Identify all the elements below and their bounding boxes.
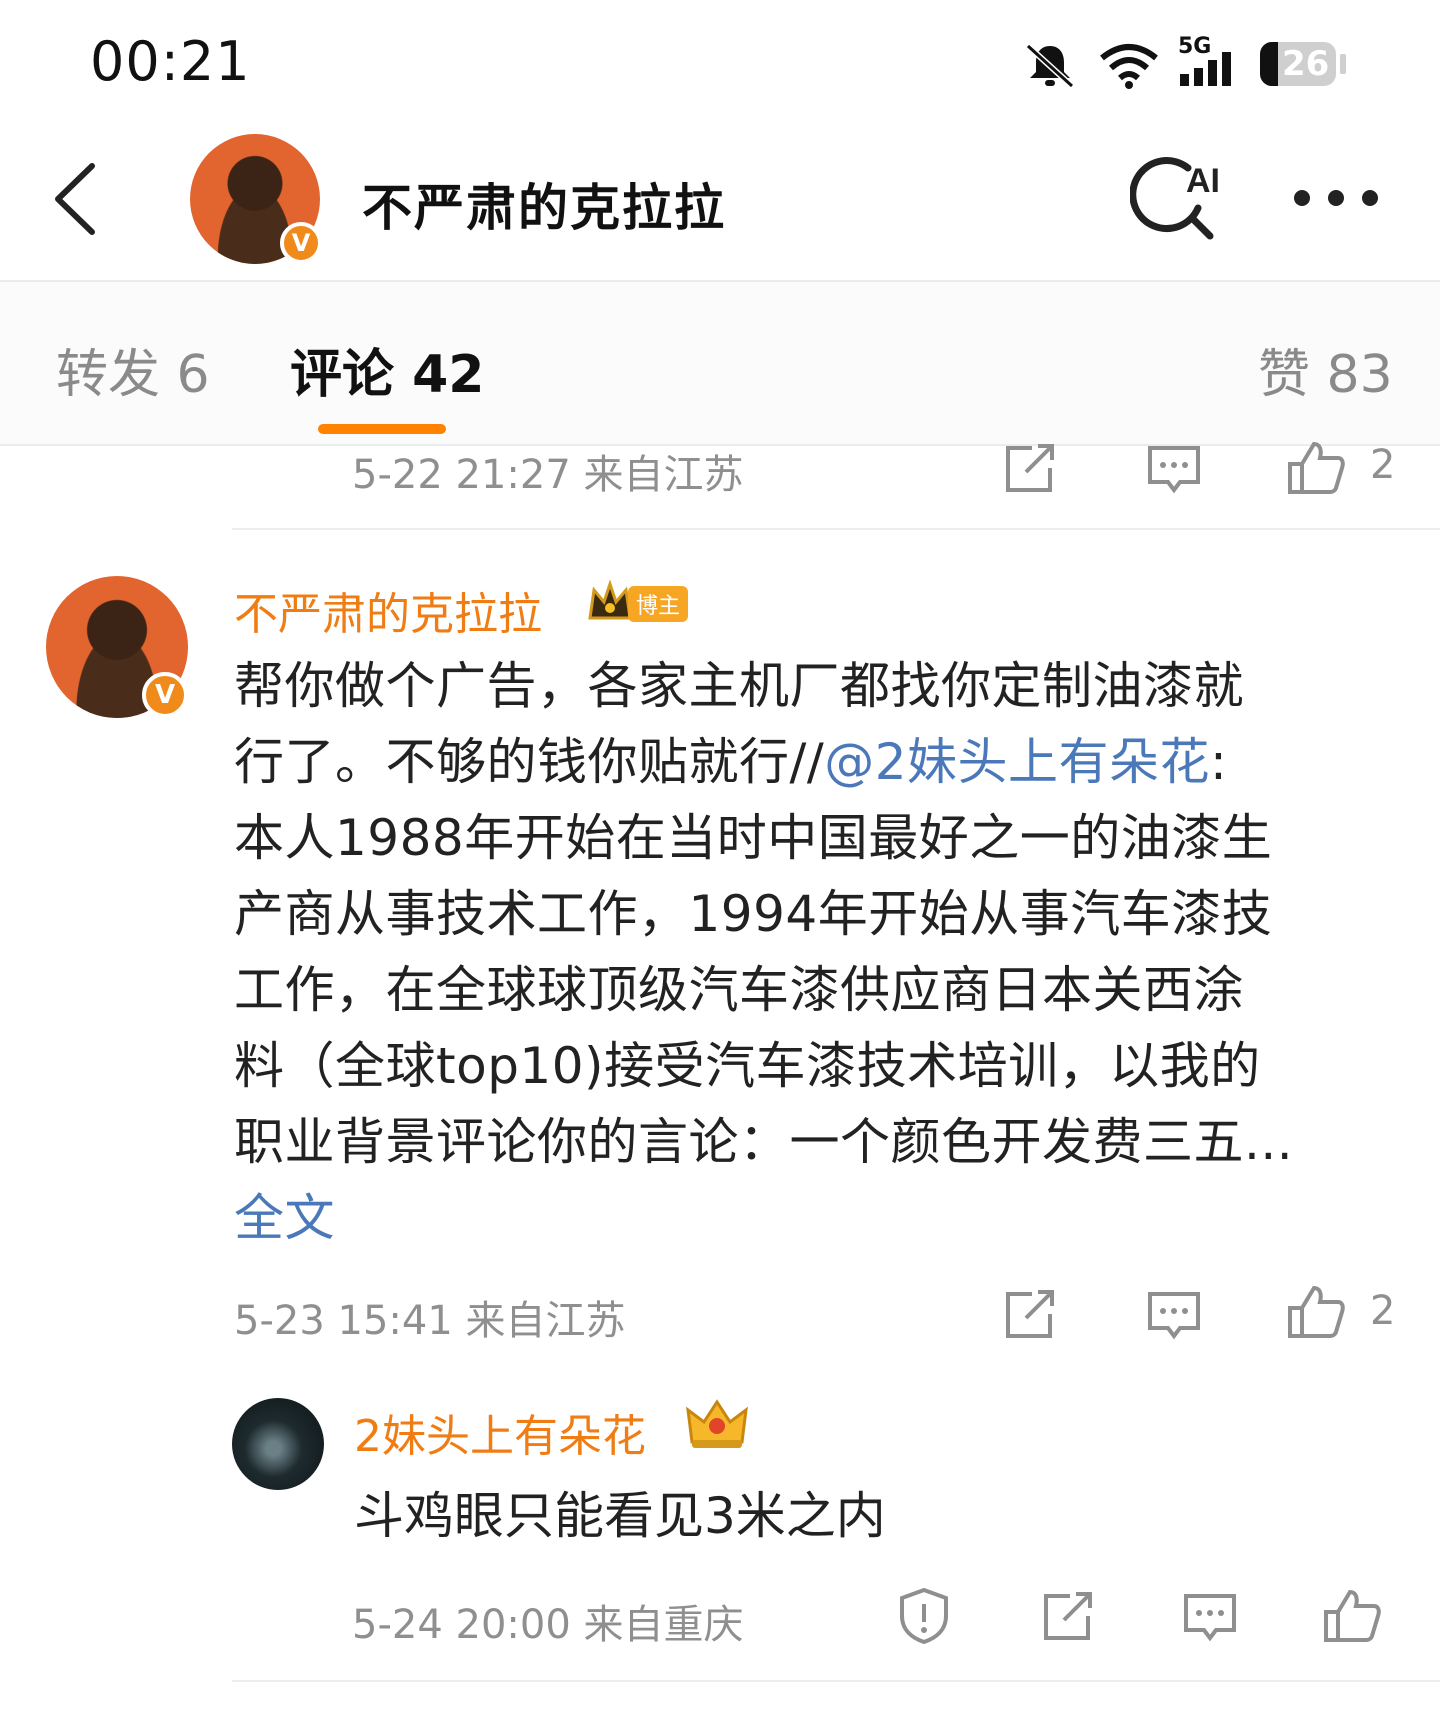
- wifi-icon: [1100, 44, 1158, 89]
- back-arrow-icon[interactable]: [50, 162, 100, 236]
- like-icon[interactable]: [1322, 1588, 1382, 1644]
- comment-line: 帮你做个广告，各家主机厂都找你定制油漆就: [234, 657, 1244, 715]
- reply-author[interactable]: 2妹头上有朵花: [354, 1400, 646, 1464]
- status-time: 00:21: [90, 30, 251, 93]
- share-icon[interactable]: [1040, 1592, 1096, 1642]
- battery-indicator: 26: [1260, 42, 1336, 86]
- prev-like-count: 2: [1370, 442, 1396, 488]
- blogger-badge: 博主: [628, 586, 689, 622]
- divider: [232, 1680, 1440, 1682]
- comment-meta: 5-23 15:41 来自江苏: [234, 1298, 626, 1344]
- comment-body: 帮你做个广告，各家主机厂都找你定制油漆就 行了。不够的钱你贴就行//@2妹头上有…: [234, 648, 1414, 1256]
- comment-line: 产商从事技术工作，1994年开始从事汽车漆技: [234, 885, 1273, 943]
- prev-comment-meta: 5-22 21:27 来自江苏: [352, 452, 744, 498]
- verified-badge-icon: V: [280, 222, 322, 264]
- comment-author[interactable]: 不严肃的克拉拉: [234, 578, 542, 642]
- like-icon[interactable]: [1286, 440, 1346, 496]
- comment-line: 工作，在全球球顶级汽车漆供应商日本关西涂: [234, 961, 1244, 1019]
- comment-line: 职业背景评论你的言论：一个颜色开发费三五...: [234, 1113, 1294, 1171]
- crown-icon: [588, 580, 632, 620]
- comment-icon[interactable]: [1182, 1592, 1238, 1642]
- tab-comments[interactable]: 评论 42: [290, 332, 484, 407]
- reply-meta: 5-24 20:00 来自重庆: [352, 1602, 744, 1648]
- share-icon[interactable]: [1002, 1290, 1058, 1340]
- more-options-icon[interactable]: [1290, 186, 1382, 210]
- share-icon[interactable]: [1002, 444, 1058, 494]
- mention-link[interactable]: @2妹头上有朵花: [824, 733, 1210, 791]
- divider: [232, 528, 1440, 530]
- comment-line: 行了。不够的钱你贴就行//@2妹头上有朵花:: [234, 733, 1228, 791]
- like-icon[interactable]: [1286, 1284, 1346, 1340]
- battery-tip: [1340, 54, 1346, 74]
- ai-search-icon[interactable]: AI: [1130, 156, 1226, 240]
- comment-icon[interactable]: [1146, 1290, 1202, 1340]
- signal-icon: [1180, 52, 1231, 86]
- comment-like-count: 2: [1370, 1288, 1396, 1334]
- reply-avatar[interactable]: [232, 1398, 324, 1490]
- page-title: 不严肃的克拉拉: [362, 179, 726, 237]
- tab-bar: [0, 282, 1440, 446]
- active-tab-indicator: [318, 424, 446, 434]
- crown-icon: [686, 1399, 748, 1448]
- tab-likes[interactable]: 赞 83: [1258, 332, 1393, 407]
- report-shield-icon[interactable]: [896, 1586, 952, 1646]
- svg-text:AI: AI: [1186, 162, 1220, 200]
- comment-icon[interactable]: [1146, 444, 1202, 494]
- comment-line: 料（全球top10)接受汽车漆技术培训，以我的: [234, 1037, 1261, 1095]
- full-text-link[interactable]: 全文: [234, 1180, 1414, 1256]
- mute-bell-icon: [1025, 43, 1075, 89]
- verified-badge-icon: V: [142, 672, 188, 718]
- reply-body: 斗鸡眼只能看见3米之内: [354, 1487, 886, 1545]
- tab-repost[interactable]: 转发 6: [56, 332, 210, 407]
- comment-line: 本人1988年开始在当时中国最好之一的油漆生: [234, 809, 1273, 867]
